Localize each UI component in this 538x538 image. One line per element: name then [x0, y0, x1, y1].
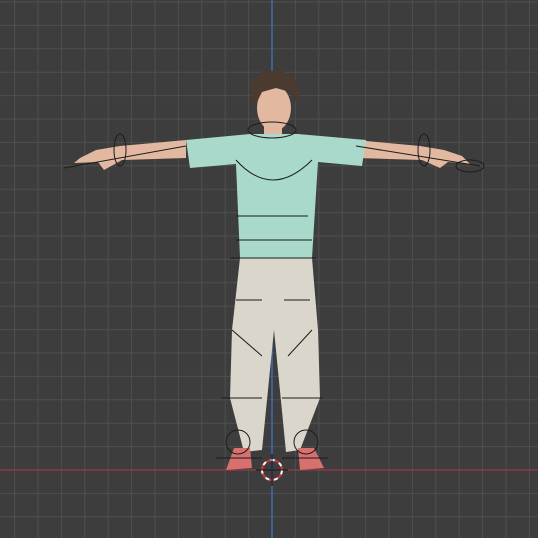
- viewport-canvas[interactable]: [0, 0, 538, 538]
- 3d-viewport[interactable]: [0, 0, 538, 538]
